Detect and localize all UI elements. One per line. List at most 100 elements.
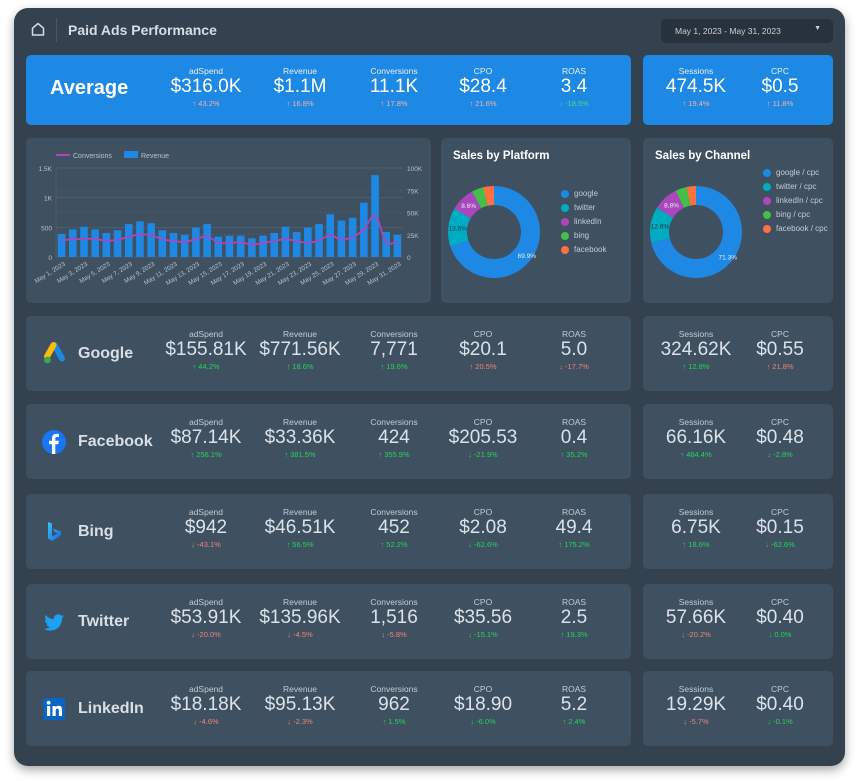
metric-value: 1,516 [370, 607, 418, 628]
google-metric-revenue: Revenue $771.56K ↑ 18.6% [255, 329, 345, 371]
metric-change: ↓ -5.7% [651, 717, 741, 726]
metric-change-value: -21.9% [474, 450, 498, 459]
metric-label: Sessions [678, 597, 714, 607]
legend-item-twitter[interactable]: twitter [561, 203, 606, 212]
metric-value: $0.55 [756, 339, 804, 360]
metric-change-value: -15.1% [474, 630, 498, 639]
legend-item-bingcpc[interactable]: bing / cpc [763, 210, 829, 219]
legend-color-dot [561, 190, 569, 198]
metric-change-value: -43.1% [197, 540, 221, 549]
legend-color-dot [763, 183, 771, 191]
top-bar: Paid Ads Performance May 1, 2023 - May 3… [14, 8, 845, 52]
right-axis-tick: 75K [407, 188, 419, 195]
metric-value: 6.75K [671, 517, 721, 538]
metric-value: $0.15 [756, 517, 804, 538]
twitter-metric-conversions: Conversions 1,516 ↓ -5.8% [349, 597, 439, 639]
legend-item-linkedincpc[interactable]: linkedIn / cpc [763, 196, 829, 205]
metric-change-value: 2.4% [568, 717, 586, 726]
twitter-metric-sessions: Sessions 57.66K ↓ -20.2% [651, 597, 741, 639]
metric-value: $0.5 [761, 76, 799, 97]
legend-item-google[interactable]: google [561, 189, 606, 198]
left-axis-tick: 500 [41, 225, 52, 232]
metric-label: ROAS [561, 684, 587, 694]
metric-value: 324.62K [660, 339, 732, 360]
right-axis-tick: 0 [407, 255, 411, 262]
bing-metric-sessions: Sessions 6.75K ↑ 18.6% [651, 507, 741, 549]
metric-label: Conversions [370, 597, 418, 607]
linkedin-metric-cpo: CPO $18.90 ↓ -6.0% [438, 684, 528, 726]
twitter-metric-revenue: Revenue $135.96K ↓ -4.5% [255, 597, 345, 639]
metric-change: ↓ -17.7% [529, 362, 619, 371]
metric-label: ROAS [561, 417, 587, 427]
metric-change: ↑ 19.6% [349, 362, 439, 371]
metric-label: Conversions [370, 329, 418, 339]
legend-item-linkedin[interactable]: linkedIn [561, 217, 606, 226]
metric-value: 2.5 [560, 607, 588, 628]
metric-label: CPO [473, 329, 493, 339]
bing-metric-adspend: adSpend $942 ↓ -43.1% [161, 507, 251, 549]
metric-change: ↑ 19.4% [651, 99, 741, 108]
metric-change: ↑ 12.8% [651, 362, 741, 371]
date-range-selector[interactable]: May 1, 2023 - May 31, 2023 ▼ [661, 19, 833, 43]
average-metric-revenue: Revenue $1.1M ↑ 16.8% [255, 66, 345, 108]
metric-value: $18.90 [453, 694, 513, 715]
metric-change-value: -0.1% [773, 717, 793, 726]
legend-item-googlecpc[interactable]: google / cpc [763, 168, 829, 177]
facebook-icon [41, 429, 67, 455]
metric-change-value: -4.5% [293, 630, 313, 639]
revenue-bar [180, 234, 189, 257]
metric-change: ↓ -5.8% [349, 630, 439, 639]
legend-item-bing[interactable]: bing [561, 231, 606, 240]
legend-item-facebookcpc[interactable]: facebook / cpc [763, 224, 829, 233]
legend-item-facebook[interactable]: facebook [561, 245, 606, 254]
platform-name: Twitter [78, 613, 130, 630]
metric-change-value: 21.6% [475, 99, 497, 108]
sales-by-channel-card: Sales by Channel 71.3% 12.6% 8.8% google /… [643, 138, 833, 303]
google-metric-conversions: Conversions 7,771 ↑ 19.6% [349, 329, 439, 371]
legend-color-dot [561, 246, 569, 254]
metric-value: $95.13K [264, 694, 336, 715]
metric-label: CPC [771, 329, 789, 339]
metric-change-value: -18.5% [565, 99, 589, 108]
sales-by-platform-legend: google twitter linkedIn bing facebook [561, 189, 606, 259]
platform-traffic-bing: Sessions 6.75K ↑ 18.6% CPC $0.15 ↓ -62.6% [643, 494, 833, 569]
metric-change-value: -20.2% [687, 630, 711, 639]
metric-label: Revenue [282, 597, 318, 607]
metric-label: adSpend [188, 66, 224, 76]
metric-change-value: 17.8% [386, 99, 408, 108]
metric-change: ↓ -62.6% [438, 540, 528, 549]
metric-change: ↓ -20.0% [161, 630, 251, 639]
revenue-bar [169, 232, 178, 257]
legend-item-twittercpc[interactable]: twitter / cpc [763, 182, 829, 191]
metric-value: $2.08 [459, 517, 507, 538]
home-icon[interactable] [30, 21, 46, 37]
platform-name: Google [78, 345, 134, 362]
twitter-metric-roas: ROAS 2.5 ↑ 19.3% [529, 597, 619, 639]
metric-label: Sessions [678, 507, 714, 517]
metric-change: ↑ 52.2% [349, 540, 439, 549]
metric-change: ↑ 256.1% [161, 450, 251, 459]
google-metric-sessions: Sessions 324.62K ↑ 12.8% [651, 329, 741, 371]
average-summary-card: Average adSpend $316.0K ↑ 43.2% Revenue $1.1… [26, 55, 631, 125]
sales-by-platform-card: Sales by Platform 69.9% 13.6% 8.6% google t… [441, 138, 631, 303]
metric-value: $316.0K [170, 76, 242, 97]
left-axis-tick: 1K [44, 196, 53, 203]
legend-color-dot [763, 169, 771, 177]
metric-value: 7,771 [370, 339, 418, 360]
metric-value: 5.0 [560, 339, 588, 360]
metric-value: 0.4 [560, 427, 588, 448]
metric-label: CPO [473, 507, 493, 517]
metric-label: Conversions [370, 684, 418, 694]
metric-change: ↑ 21.8% [735, 362, 825, 371]
metric-label: Conversions [370, 66, 418, 76]
metric-value: $942 [184, 517, 228, 538]
metric-change-value: 256.1% [196, 450, 222, 459]
metric-value: $0.40 [756, 694, 804, 715]
legend-color-dot [561, 204, 569, 212]
average-metric-roas: ROAS 3.4 ↓ -18.5% [529, 66, 619, 108]
facebook-metric-adspend: adSpend $87.14K ↑ 256.1% [161, 417, 251, 459]
platform-name: Bing [78, 523, 114, 540]
legend-label: twitter [574, 203, 596, 212]
linkedin-metric-sessions: Sessions 19.29K ↓ -5.7% [651, 684, 741, 726]
sales-by-channel-legend: google / cpc twitter / cpc linkedIn / cpc b… [763, 168, 829, 238]
